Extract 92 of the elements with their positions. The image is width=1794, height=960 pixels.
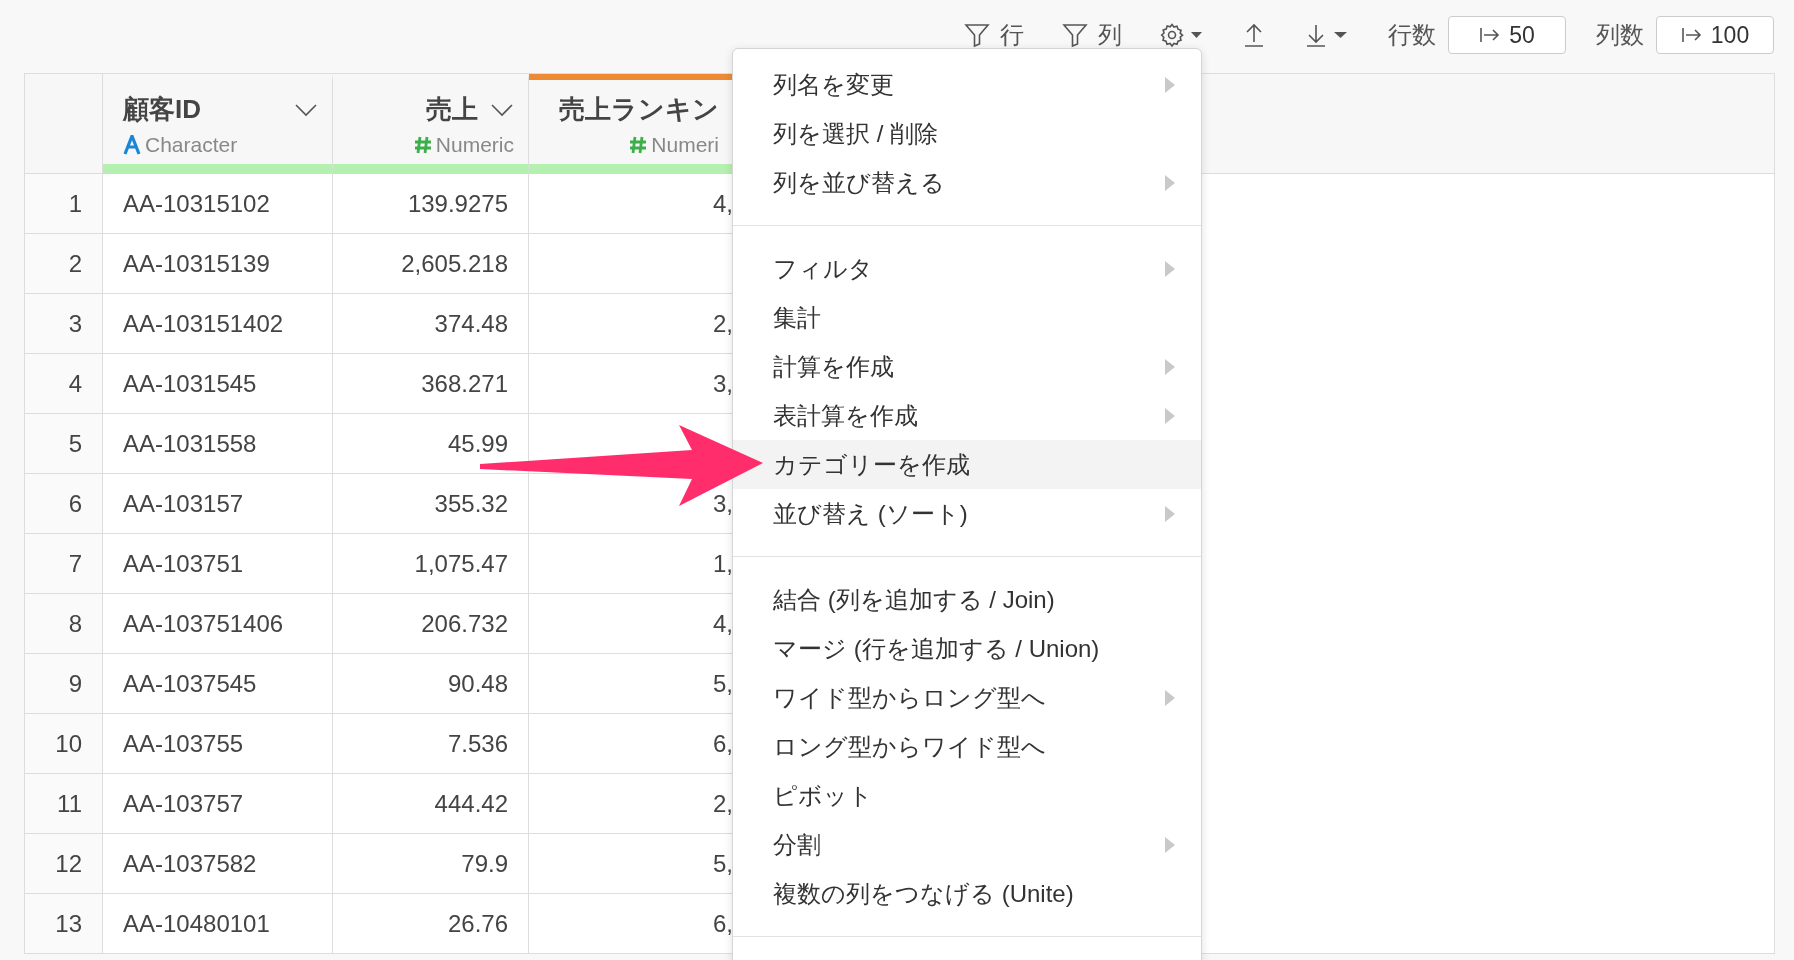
column-title: 売上ランキン — [559, 93, 719, 126]
filter-button[interactable]: 列 — [1056, 22, 1128, 48]
limit-field[interactable]: 50 — [1448, 16, 1566, 54]
column-header[interactable]: 売上 Numeric — [333, 74, 529, 174]
filter-button[interactable]: 行 — [958, 22, 1030, 48]
chevron-down-icon[interactable] — [490, 102, 514, 117]
menu-item[interactable]: 列を並び替える — [733, 158, 1201, 207]
menu-item[interactable]: マージ (行を追加する / Union) — [733, 624, 1201, 673]
table-cell: 3, — [529, 354, 733, 414]
upload-icon[interactable] — [1242, 22, 1266, 48]
menu-item[interactable]: 並び替え (ソート) — [733, 489, 1201, 538]
limit-label: 行数 — [1388, 20, 1436, 50]
table-cell: 45.99 — [333, 414, 529, 474]
table-cell: 5, — [529, 654, 733, 714]
table-cell: AA-10315139 — [103, 234, 333, 294]
row-number: 13 — [25, 894, 103, 954]
column-title: 顧客ID — [123, 93, 201, 126]
row-number: 12 — [25, 834, 103, 894]
limit-field[interactable]: 100 — [1656, 16, 1774, 54]
menu-item[interactable]: 列を選択 / 削除 — [733, 109, 1201, 158]
menu-item[interactable]: ロング型からワイド型へ — [733, 722, 1201, 771]
table-cell: 2,605.218 — [333, 234, 529, 294]
table-cell: AA-103157 — [103, 474, 333, 534]
menu-item[interactable]: 表計算を作成 — [733, 391, 1201, 440]
table-cell: 6, — [529, 714, 733, 774]
column-header[interactable]: 顧客ID Character — [103, 74, 333, 174]
settings-icon[interactable] — [1160, 22, 1204, 48]
table-cell: 206.732 — [333, 594, 529, 654]
table-cell: AA-1031558 — [103, 414, 333, 474]
row-number: 1 — [25, 174, 103, 234]
table-cell: 3, — [529, 474, 733, 534]
character-type-icon — [123, 135, 141, 155]
row-number: 7 — [25, 534, 103, 594]
row-number: 8 — [25, 594, 103, 654]
table-cell: AA-1037545 — [103, 654, 333, 714]
table-cell: 444.42 — [333, 774, 529, 834]
table-cell: AA-103757 — [103, 774, 333, 834]
row-number: 3 — [25, 294, 103, 354]
limit-label: 列数 — [1596, 20, 1644, 50]
column-type: Numeric — [435, 133, 514, 157]
table-cell: AA-1031545 — [103, 354, 333, 414]
menu-item[interactable]: ピボット — [733, 771, 1201, 820]
column-type: Numeri — [651, 133, 719, 157]
column-title: 売上 — [426, 93, 478, 126]
table-cell: 7.536 — [333, 714, 529, 774]
table-cell: 4, — [529, 594, 733, 654]
menu-item[interactable]: フィルタ — [733, 244, 1201, 293]
column-type: Character — [145, 133, 238, 157]
table-cell: AA-1037582 — [103, 834, 333, 894]
table-cell: AA-103751 — [103, 534, 333, 594]
table-cell: 4, — [529, 174, 733, 234]
filter-icon — [964, 22, 990, 48]
menu-item[interactable]: 結合 (列を追加する / Join) — [733, 575, 1201, 624]
filter-icon — [1062, 22, 1088, 48]
row-number: 9 — [25, 654, 103, 714]
limit-icon — [1479, 26, 1502, 44]
number-type-icon — [629, 135, 648, 155]
table-cell: 6, — [529, 894, 733, 954]
table-cell: 139.9275 — [333, 174, 529, 234]
table-cell: 1, — [529, 534, 733, 594]
limit-icon — [1680, 26, 1703, 44]
table-cell: AA-10480101 — [103, 894, 333, 954]
menu-item[interactable]: 計算を作成 — [733, 342, 1201, 391]
table-cell: AA-103751406 — [103, 594, 333, 654]
number-type-icon — [413, 135, 432, 155]
table-cell: 374.48 — [333, 294, 529, 354]
row-number: 10 — [25, 714, 103, 774]
menu-item[interactable]: 集計 — [733, 293, 1201, 342]
column-header[interactable]: 売上ランキン Numeri — [529, 74, 733, 174]
row-number: 2 — [25, 234, 103, 294]
menu-item[interactable]: ワイド型からロング型へ — [733, 673, 1201, 722]
table-cell: 5, — [529, 834, 733, 894]
chevron-down-icon[interactable] — [294, 102, 318, 117]
table-cell: AA-103755 — [103, 714, 333, 774]
table-cell: AA-10315102 — [103, 174, 333, 234]
table-cell: 355.32 — [333, 474, 529, 534]
menu-item[interactable]: 複数の列をつなげる (Unite) — [733, 869, 1201, 918]
table-cell: 368.271 — [333, 354, 529, 414]
table-cell: 2, — [529, 774, 733, 834]
row-number: 11 — [25, 774, 103, 834]
table-cell: 2, — [529, 294, 733, 354]
row-number: 5 — [25, 414, 103, 474]
table-cell: 1,075.47 — [333, 534, 529, 594]
menu-item[interactable]: カテゴリーを作成 — [733, 440, 1201, 489]
menu-item[interactable]: 分割 — [733, 820, 1201, 869]
menu-item[interactable]: 列名を変更 — [733, 60, 1201, 109]
table-cell: 79.9 — [333, 834, 529, 894]
table-cell: 26.76 — [333, 894, 529, 954]
table-cell: AA-103151402 — [103, 294, 333, 354]
row-number: 6 — [25, 474, 103, 534]
table-cell: 90.48 — [333, 654, 529, 714]
row-number: 4 — [25, 354, 103, 414]
